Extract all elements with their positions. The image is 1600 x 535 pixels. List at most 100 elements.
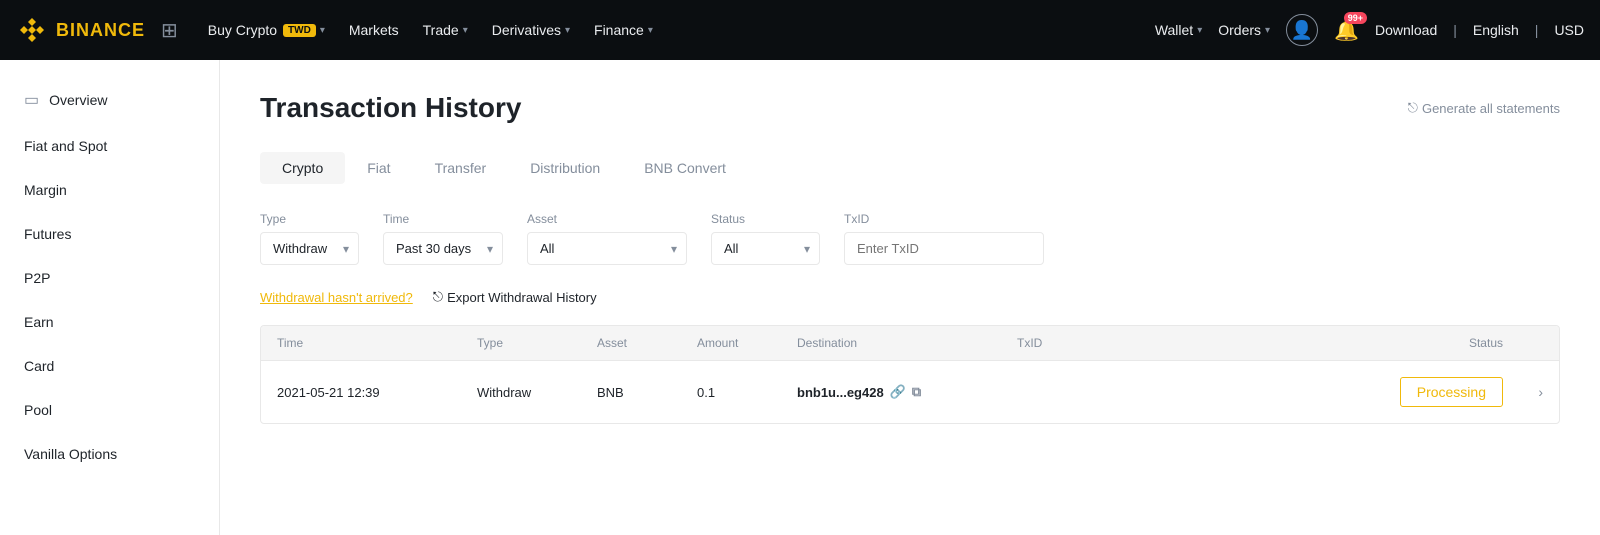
row-amount: 0.1 — [697, 385, 797, 400]
tab-transfer-label: Transfer — [435, 160, 487, 176]
nav-download-label: Download — [1375, 22, 1437, 38]
nav-download[interactable]: Download — [1375, 22, 1437, 38]
page-header: Transaction History ⎋ Generate all state… — [260, 92, 1560, 124]
sidebar-item-margin[interactable]: Margin — [0, 168, 219, 212]
tab-distribution[interactable]: Distribution — [508, 152, 622, 184]
tab-distribution-label: Distribution — [530, 160, 600, 176]
th-time: Time — [277, 336, 477, 350]
transaction-tabs: Crypto Fiat Transfer Distribution BNB Co… — [260, 152, 1560, 184]
table-row[interactable]: 2021-05-21 12:39 Withdraw BNB 0.1 bnb1u.… — [261, 361, 1559, 423]
grid-icon[interactable]: ⊞ — [161, 18, 178, 43]
type-select[interactable]: Withdraw Deposit — [260, 232, 359, 265]
nav-markets[interactable]: Markets — [339, 14, 409, 46]
avatar-icon: 👤 — [1291, 20, 1313, 41]
tab-transfer[interactable]: Transfer — [413, 152, 509, 184]
nav-language-label: English — [1473, 22, 1519, 38]
nav-derivatives-label: Derivatives — [492, 22, 561, 38]
sidebar-futures-label: Futures — [24, 226, 71, 242]
th-destination: Destination — [797, 336, 1017, 350]
sidebar-margin-label: Margin — [24, 182, 67, 198]
nav-finance[interactable]: Finance ▾ — [584, 14, 663, 46]
sidebar-item-p2p[interactable]: P2P — [0, 256, 219, 300]
row-type: Withdraw — [477, 385, 597, 400]
time-select[interactable]: Past 30 days Past 7 days Past 90 days — [383, 232, 503, 265]
tab-bnb-convert-label: BNB Convert — [644, 160, 726, 176]
status-select[interactable]: All Processing Completed — [711, 232, 820, 265]
navbar: BINANCE ⊞ Buy Crypto TWD ▾ Markets Trade… — [0, 0, 1600, 60]
time-filter: Time Past 30 days Past 7 days Past 90 da… — [383, 212, 503, 265]
sidebar-item-fiat-and-spot[interactable]: Fiat and Spot — [0, 124, 219, 168]
nav-trade-label: Trade — [423, 22, 459, 38]
nav-wallet[interactable]: Wallet ▾ — [1155, 22, 1202, 38]
user-avatar[interactable]: 👤 — [1286, 14, 1318, 46]
sidebar-item-card[interactable]: Card — [0, 344, 219, 388]
destination-address: bnb1u...eg428 — [797, 385, 884, 400]
copy-icon[interactable]: ⧉ — [912, 384, 921, 400]
th-status: Status — [1217, 336, 1503, 350]
logo[interactable]: BINANCE — [16, 14, 145, 46]
sidebar-item-overview[interactable]: ▭ Overview — [0, 76, 219, 124]
action-links: Withdrawal hasn't arrived? ⎋ Export With… — [260, 289, 1560, 305]
row-destination: bnb1u...eg428 🔗 ⧉ — [797, 384, 1017, 400]
nav-language[interactable]: English — [1473, 22, 1519, 38]
nav-currency-divider: | — [1535, 22, 1539, 38]
sidebar-item-pool[interactable]: Pool — [0, 388, 219, 432]
sidebar-fiat-spot-label: Fiat and Spot — [24, 138, 107, 154]
nav-wallet-label: Wallet — [1155, 22, 1193, 38]
status-badge[interactable]: Processing — [1400, 377, 1503, 407]
sidebar-item-futures[interactable]: Futures — [0, 212, 219, 256]
asset-filter-label: Asset — [527, 212, 687, 226]
txid-input[interactable] — [844, 232, 1044, 265]
sidebar-item-earn[interactable]: Earn — [0, 300, 219, 344]
nav-derivatives[interactable]: Derivatives ▾ — [482, 14, 580, 46]
type-filter: Type Withdraw Deposit — [260, 212, 359, 265]
txid-filter-label: TxID — [844, 212, 1044, 226]
nav-buy-crypto[interactable]: Buy Crypto TWD ▾ — [198, 14, 335, 46]
nav-buy-crypto-arrow: ▾ — [320, 25, 325, 36]
export-icon: ⎋ — [433, 289, 443, 305]
nav-trade[interactable]: Trade ▾ — [413, 14, 478, 46]
tab-crypto[interactable]: Crypto — [260, 152, 345, 184]
sidebar-overview-label: Overview — [49, 92, 107, 108]
nav-orders[interactable]: Orders ▾ — [1218, 22, 1270, 38]
generate-statements-icon: ⎋ — [1408, 100, 1418, 116]
nav-currency-label: USD — [1554, 22, 1584, 38]
sidebar-item-vanilla-options[interactable]: Vanilla Options — [0, 432, 219, 476]
notification-bell[interactable]: 🔔 99+ — [1334, 18, 1359, 43]
status-filter: Status All Processing Completed — [711, 212, 820, 265]
type-filter-label: Type — [260, 212, 359, 226]
sidebar: ▭ Overview Fiat and Spot Margin Futures … — [0, 60, 220, 535]
asset-filter: Asset All BNB BTC — [527, 212, 687, 265]
nav-currency[interactable]: USD — [1554, 22, 1584, 38]
export-link[interactable]: ⎋ Export Withdrawal History — [433, 289, 597, 305]
nav-divider: | — [1453, 22, 1457, 38]
sidebar-p2p-label: P2P — [24, 270, 50, 286]
notification-badge: 99+ — [1344, 12, 1367, 24]
tab-fiat[interactable]: Fiat — [345, 152, 412, 184]
generate-statements-label: Generate all statements — [1422, 101, 1560, 116]
nav-derivatives-arrow: ▾ — [565, 25, 570, 36]
th-asset: Asset — [597, 336, 697, 350]
row-expand-arrow[interactable]: › — [1503, 384, 1543, 400]
asset-select[interactable]: All BNB BTC — [527, 232, 687, 265]
withdrawal-help-link[interactable]: Withdrawal hasn't arrived? — [260, 290, 413, 305]
main-content: Transaction History ⎋ Generate all state… — [220, 60, 1600, 535]
row-time: 2021-05-21 12:39 — [277, 385, 477, 400]
row-asset: BNB — [597, 385, 697, 400]
generate-statements-link[interactable]: ⎋ Generate all statements — [1408, 100, 1560, 116]
main-nav: Buy Crypto TWD ▾ Markets Trade ▾ Derivat… — [198, 14, 1147, 46]
export-label: Export Withdrawal History — [447, 290, 597, 305]
asset-select-wrapper: All BNB BTC — [527, 232, 687, 265]
copy-link-icon[interactable]: 🔗 — [890, 384, 906, 400]
nav-trade-arrow: ▾ — [463, 25, 468, 36]
nav-finance-label: Finance — [594, 22, 644, 38]
txid-filter: TxID — [844, 212, 1044, 265]
sidebar-earn-label: Earn — [24, 314, 54, 330]
filters: Type Withdraw Deposit Time Past 30 days … — [260, 212, 1560, 265]
type-select-wrapper: Withdraw Deposit — [260, 232, 359, 265]
sidebar-card-label: Card — [24, 358, 54, 374]
table-header: Time Type Asset Amount Destination TxID … — [261, 326, 1559, 361]
tab-bnb-convert[interactable]: BNB Convert — [622, 152, 748, 184]
logo-text: BINANCE — [56, 20, 145, 41]
nav-finance-arrow: ▾ — [648, 25, 653, 36]
